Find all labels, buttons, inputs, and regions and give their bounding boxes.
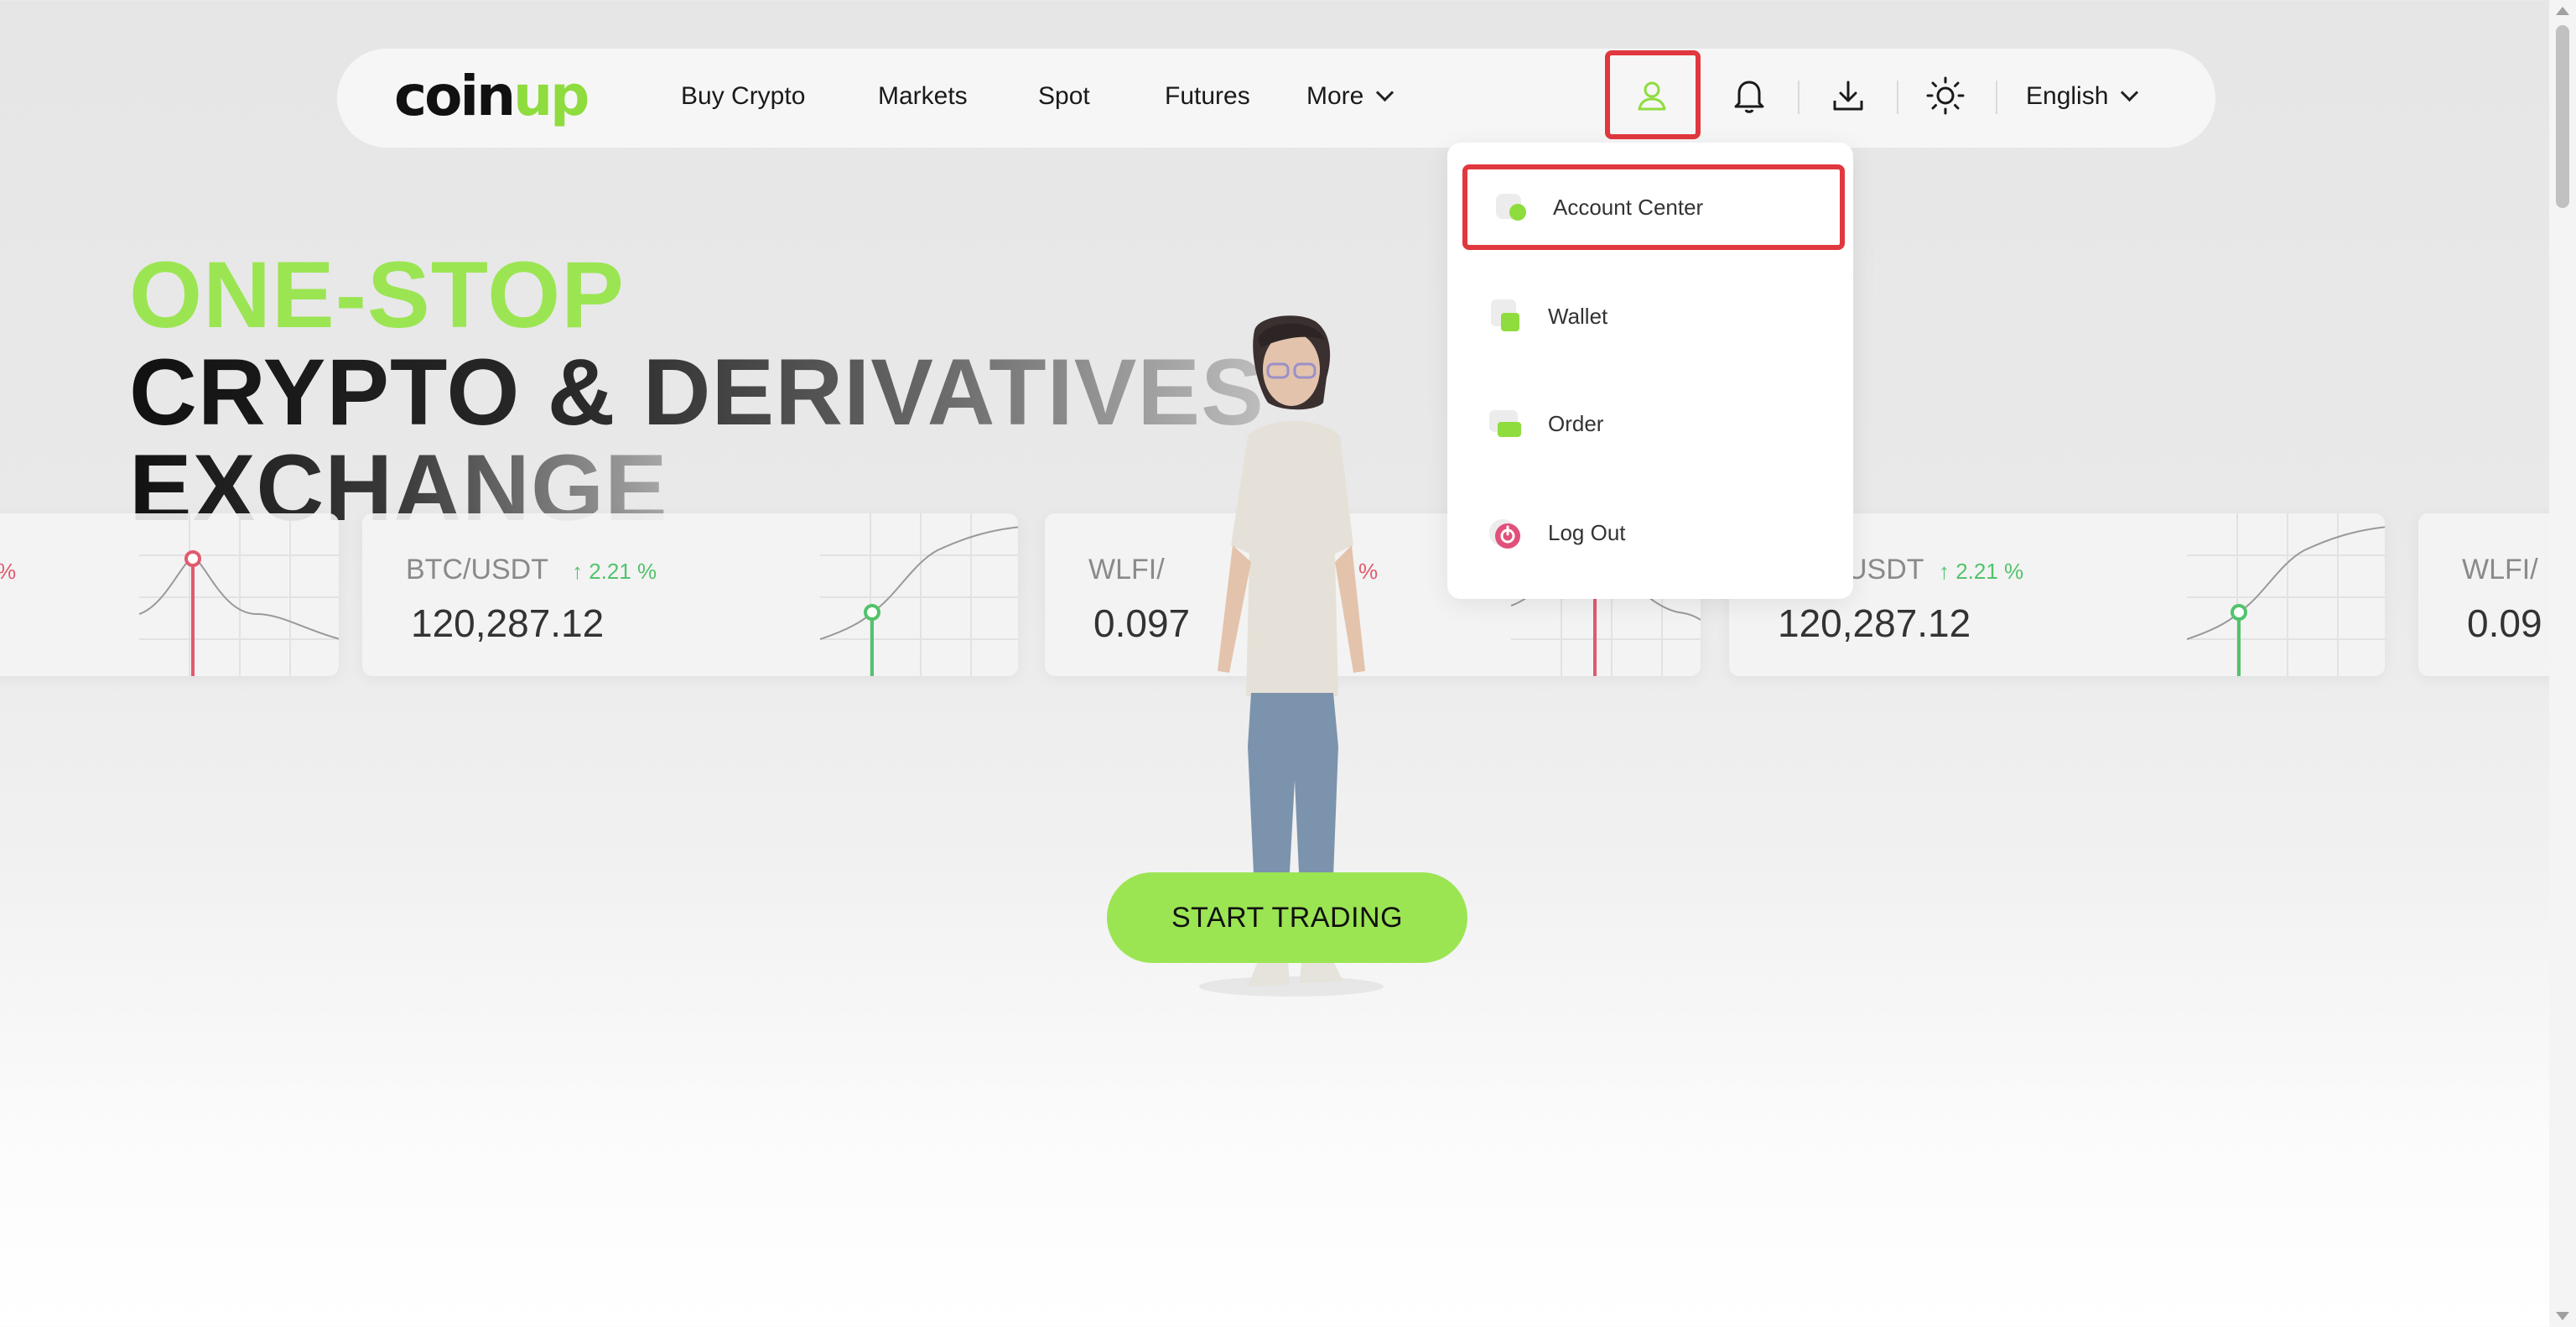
ticker-change: ↑ 2.21 %	[572, 559, 657, 584]
bell-icon	[1734, 81, 1764, 113]
download-button[interactable]	[1825, 72, 1872, 119]
ticker-pair: WLFI/	[1088, 554, 1165, 585]
menu-item-account-center[interactable]: Account Center	[1462, 164, 1845, 250]
sun-icon	[1926, 76, 1965, 115]
scroll-down-arrow-icon[interactable]	[2556, 1312, 2569, 1320]
nav-spot[interactable]: Spot	[1038, 74, 1090, 119]
nav-buy-crypto[interactable]: Buy Crypto	[681, 74, 805, 119]
start-trading-button[interactable]: START TRADING	[1107, 872, 1467, 963]
ticker-sparkline	[139, 513, 339, 676]
order-icon	[1486, 403, 1526, 444]
logo-prefix: coin	[394, 63, 516, 128]
ticker-pair: WLFI/	[2462, 554, 2538, 585]
menu-item-order[interactable]: Order	[1462, 381, 1845, 466]
ticker-change: %	[0, 559, 16, 585]
ticker-change: ↑ 2.21 %	[1939, 559, 2024, 584]
menu-item-label: Account Center	[1553, 194, 1704, 220]
nav-divider	[1996, 81, 1997, 114]
ticker-sparkline	[820, 513, 1018, 676]
menu-item-label: Order	[1548, 410, 1604, 436]
coinup-logo[interactable]: coin up	[394, 54, 589, 138]
notifications-button[interactable]	[1726, 72, 1773, 119]
nav-divider	[1897, 81, 1898, 114]
logout-icon	[1486, 513, 1526, 553]
ticker-price: 0.09	[2467, 601, 2542, 645]
nav-more-menu[interactable]: More	[1306, 74, 1394, 119]
nav-futures[interactable]: Futures	[1165, 74, 1250, 119]
menu-item-label: Log Out	[1548, 519, 1626, 545]
language-selector[interactable]: English	[2026, 74, 2139, 119]
menu-item-wallet[interactable]: Wallet	[1462, 273, 1845, 359]
user-button[interactable]	[1627, 72, 1677, 119]
menu-item-log-out[interactable]: Log Out	[1462, 490, 1845, 575]
nav-markets[interactable]: Markets	[878, 74, 968, 119]
menu-item-label: Wallet	[1548, 303, 1608, 329]
ticker-price: 120,287.12	[411, 601, 605, 645]
nav-more-label: More	[1306, 82, 1364, 110]
ticker-price: 120,287.12	[1778, 601, 1971, 645]
ticker-pair: BTC/USDT	[406, 554, 548, 585]
logo-suffix: up	[513, 63, 589, 128]
nav-divider	[1798, 81, 1800, 114]
ticker-sparkline	[2187, 513, 2385, 676]
hero-title-line-2: CRYPTO & DERIVATIVES	[129, 340, 1265, 445]
ticker-card[interactable]: BTC/USDT ↑ 2.21 % 120,287.12	[362, 513, 1018, 676]
chevron-down-icon	[1376, 83, 1394, 102]
download-icon	[1833, 81, 1863, 111]
user-icon	[1638, 81, 1666, 111]
wallet-icon	[1486, 296, 1526, 336]
theme-toggle-button[interactable]	[1922, 72, 1969, 119]
ticker-card[interactable]: %	[0, 513, 339, 676]
account-center-icon	[1491, 187, 1531, 227]
scrollbar-thumb[interactable]	[2556, 25, 2569, 208]
scroll-up-arrow-icon[interactable]	[2556, 7, 2569, 15]
language-label: English	[2026, 82, 2109, 110]
ticker-pair: USDT	[1846, 554, 1924, 585]
chevron-down-icon	[2121, 83, 2139, 102]
hero-title-line-1: ONE-STOP	[129, 242, 625, 347]
